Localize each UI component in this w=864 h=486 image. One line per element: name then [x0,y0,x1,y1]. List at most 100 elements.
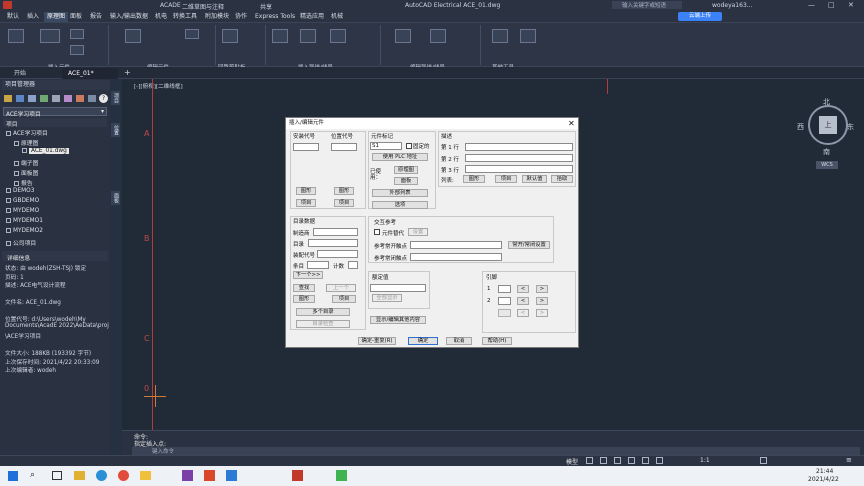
edit-component-icon[interactable] [125,29,141,43]
tab-addins[interactable]: 附加模块 [202,12,232,22]
tab-default[interactable]: 默认 [4,12,22,22]
assembly-input[interactable] [317,250,358,258]
task-view-icon[interactable] [52,471,62,480]
pin1-prev-button[interactable]: < [517,285,529,293]
use-plc-address-button[interactable]: 使用 PLC 地址 [372,153,428,161]
open-project-icon[interactable] [4,95,12,102]
panel-button[interactable]: 面板 [394,177,418,185]
count-input[interactable] [348,261,358,269]
tree-item[interactable]: MYDEMO2 [6,228,43,234]
edge-icon[interactable] [96,470,107,481]
compass-south[interactable]: 南 [823,147,830,157]
vscode-icon[interactable] [226,470,237,481]
annotation-scale[interactable]: 1:1 [700,457,710,464]
rating-input[interactable] [370,284,426,292]
show-all-ratings-button[interactable]: 全部显示 [372,294,402,302]
tab-ace01[interactable]: ACE_01* [62,68,118,79]
command-input[interactable]: 键入命令 [132,447,860,455]
expand-toggle-icon[interactable] [6,131,11,136]
vtab-panel[interactable]: 面板 [111,191,120,205]
workspace-icon[interactable] [760,457,767,464]
tree-item[interactable]: 原理图 [14,138,38,147]
catalog-project-button[interactable]: 项目 [332,295,356,303]
viewcube-top-face[interactable]: 上 [819,116,837,134]
settings-icon[interactable] [88,95,96,102]
component-override-checkbox[interactable] [374,229,380,235]
help-icon[interactable]: ? [99,94,108,103]
model-tab[interactable]: 模型 [566,457,578,466]
app-menu-icon[interactable] [3,1,12,9]
edit-wire-icon[interactable] [395,29,411,43]
wire-type-icon[interactable] [430,29,446,43]
expand-toggle-icon[interactable] [6,208,11,213]
close-icon[interactable]: ✕ [848,1,854,9]
ok-button[interactable]: 确定 [408,337,438,345]
tree-item[interactable]: 面板图 [14,168,38,177]
office-icon[interactable] [204,470,215,481]
options-button[interactable]: 选项 [372,201,428,209]
expand-toggle-icon[interactable] [22,148,27,153]
wechat-icon[interactable] [336,470,347,481]
snap-icon[interactable] [600,457,607,464]
pin2-next-button[interactable]: > [536,297,548,305]
new-tab-icon[interactable]: + [124,68,131,77]
pin3-next-button[interactable]: > [536,309,548,317]
install-project-button[interactable]: 项目 [296,199,316,207]
external-list-button[interactable]: 外部列表 [372,189,428,197]
line1-input[interactable] [465,143,573,151]
ok-repeat-button[interactable]: 确定-重复(R) [358,337,396,345]
tree-item[interactable]: 端子图 [14,158,38,167]
icon-menu-icon[interactable] [40,29,60,43]
fixed-checkbox[interactable] [406,143,412,149]
expand-toggle-icon[interactable] [14,161,19,166]
polar-icon[interactable] [628,457,635,464]
user-account[interactable]: wodeya163... [712,2,752,9]
pin3-input[interactable] [498,309,511,317]
tab-import-export[interactable]: 输入/输出数据 [107,12,151,22]
circuit-clipboard-icon[interactable] [222,29,238,43]
multiple-wires-icon[interactable] [300,29,316,43]
no-nc-setup-button[interactable]: 常开/常闭设置 [508,241,550,249]
pin3-prev-button[interactable]: < [517,309,529,317]
tab-schematic[interactable]: 原理图 [44,12,69,22]
location-drawing-button[interactable]: 图形 [334,187,354,195]
multiple-catalog-button[interactable]: 多个目录 [296,308,350,316]
compass-north[interactable]: 北 [823,97,830,107]
wcs-menu[interactable]: WCS [816,161,838,169]
tools-list-icon[interactable] [520,29,536,43]
tab-collaborate[interactable]: 协作 [232,12,250,22]
grid-icon[interactable] [586,457,593,464]
chrome-icon[interactable] [118,470,129,481]
ref-no-input[interactable] [410,241,502,249]
tree-item[interactable]: DEMO3 [6,188,34,194]
catalog-drawing-button[interactable]: 图形 [293,295,315,303]
tab-mechanical[interactable]: 机械 [328,12,346,22]
customize-icon[interactable]: ≡ [846,456,852,464]
search-icon[interactable]: ⌕ [30,470,35,480]
tree-item[interactable]: GBDEMO [6,198,39,204]
wire-number-icon[interactable] [330,29,346,43]
maximize-icon[interactable]: □ [828,1,835,9]
vtab-project[interactable]: 项目 [111,91,120,105]
expand-toggle-icon[interactable] [6,241,11,246]
tab-insert[interactable]: 插入 [24,12,42,22]
pin2-prev-button[interactable]: < [517,297,529,305]
tree-item[interactable]: MYDEMO1 [6,218,43,224]
compass-east[interactable]: 东 [847,122,854,132]
install-drawing-button[interactable]: 图形 [296,187,316,195]
tree-item[interactable]: 公司项目 [6,238,36,247]
insert-wire-icon[interactable] [70,29,84,39]
tab-electromechanical[interactable]: 机电 [152,12,170,22]
manufacturer-input[interactable] [313,228,358,236]
other-tools-icon[interactable] [492,29,508,43]
tab-featured-apps[interactable]: 精选应用 [297,12,327,22]
expand-toggle-icon[interactable] [6,198,11,203]
explorer-folder-icon[interactable] [140,471,151,480]
desc-defaults-button[interactable]: 默认值 [522,175,547,183]
project-dropdown[interactable]: ACE学习项目 ▾ [3,107,107,118]
tab-reports[interactable]: 报告 [87,12,105,22]
install-code-input[interactable] [293,143,319,151]
expand-toggle-icon[interactable] [6,218,11,223]
autocad-icon[interactable] [292,470,303,481]
tab-express-tools[interactable]: Express Tools [252,12,298,22]
